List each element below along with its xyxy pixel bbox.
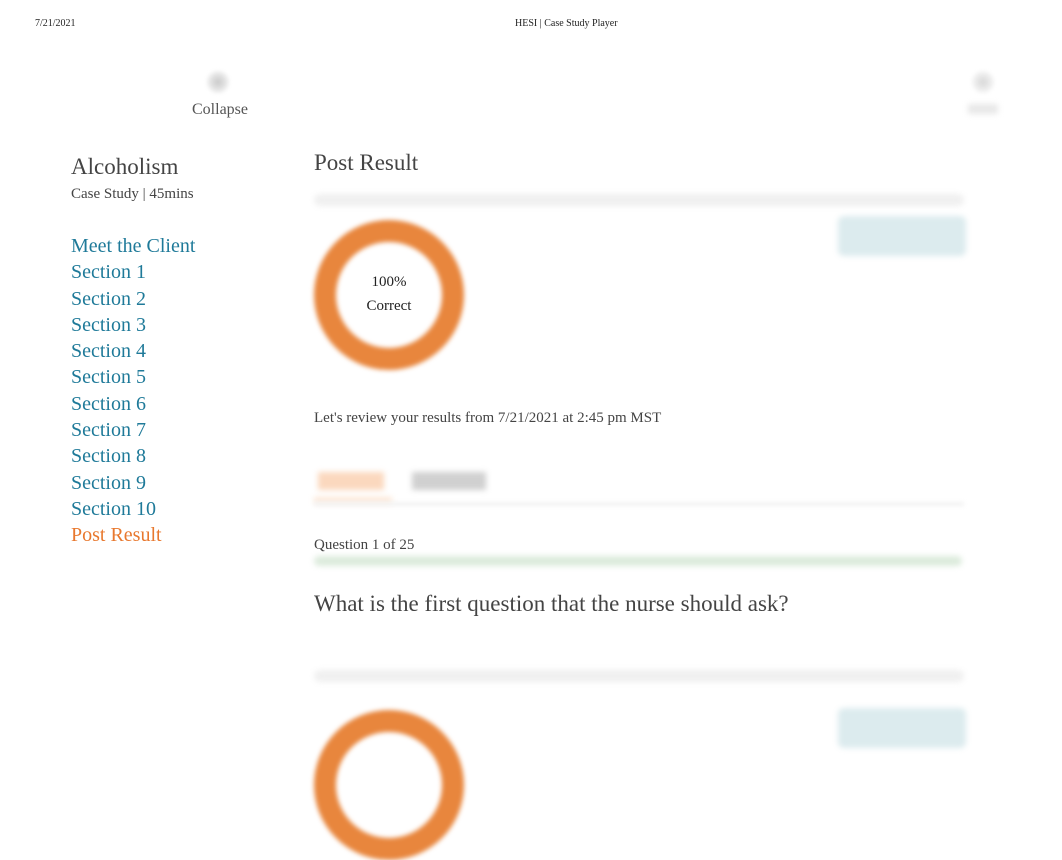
sidebar-item-meet-the-client[interactable]: Meet the Client — [71, 233, 271, 259]
collapse-button[interactable]: Collapse — [180, 64, 260, 124]
tabs-divider — [314, 502, 964, 506]
answer-action-button[interactable] — [838, 708, 966, 748]
menu-icon — [971, 70, 995, 94]
menu-button[interactable] — [962, 64, 1006, 124]
case-meta: Case Study | 45mins — [71, 186, 194, 202]
sidebar-item-section-8[interactable]: Section 8 — [71, 443, 271, 469]
score-caption: Correct — [366, 298, 412, 314]
question-progress — [314, 556, 962, 566]
sidebar-item-section-2[interactable]: Section 2 — [71, 286, 271, 312]
score-text: 100% Correct — [314, 270, 464, 318]
answer-ring — [314, 710, 464, 860]
collapse-icon — [206, 70, 230, 94]
tab-1[interactable] — [318, 472, 384, 490]
question-counter: Question 1 of 25 — [314, 537, 415, 553]
score-percent: 100% — [371, 274, 407, 290]
sidebar-item-post-result[interactable]: Post Result — [71, 522, 271, 548]
page-title: Post Result — [314, 150, 419, 175]
print-title: HESI | Case Study Player — [515, 18, 618, 29]
sidebar-item-section-5[interactable]: Section 5 — [71, 364, 271, 390]
collapse-label: Collapse — [192, 101, 248, 118]
divider — [314, 670, 964, 682]
sidebar-item-section-6[interactable]: Section 6 — [71, 391, 271, 417]
sidebar-item-section-3[interactable]: Section 3 — [71, 312, 271, 338]
action-button[interactable] — [838, 216, 966, 256]
sidebar-item-section-4[interactable]: Section 4 — [71, 338, 271, 364]
menu-label — [968, 104, 998, 114]
sidebar-item-section-9[interactable]: Section 9 — [71, 470, 271, 496]
sidebar-item-section-7[interactable]: Section 7 — [71, 417, 271, 443]
sidebar: Alcoholism Case Study | 45mins Meet the … — [71, 152, 271, 549]
section-nav: Meet the Client Section 1 Section 2 Sect… — [71, 233, 271, 549]
tab-2[interactable] — [412, 472, 486, 490]
question-text: What is the first question that the nurs… — [314, 591, 789, 616]
case-title: Alcoholism — [71, 154, 179, 179]
question-progress-fill — [314, 556, 962, 566]
sidebar-item-section-1[interactable]: Section 1 — [71, 259, 271, 285]
print-date: 7/21/2021 — [35, 18, 76, 29]
main-content: Post Result — [314, 146, 964, 206]
review-text: Let's review your results from 7/21/2021… — [314, 410, 662, 426]
sidebar-item-section-10[interactable]: Section 10 — [71, 496, 271, 522]
divider — [314, 194, 964, 206]
